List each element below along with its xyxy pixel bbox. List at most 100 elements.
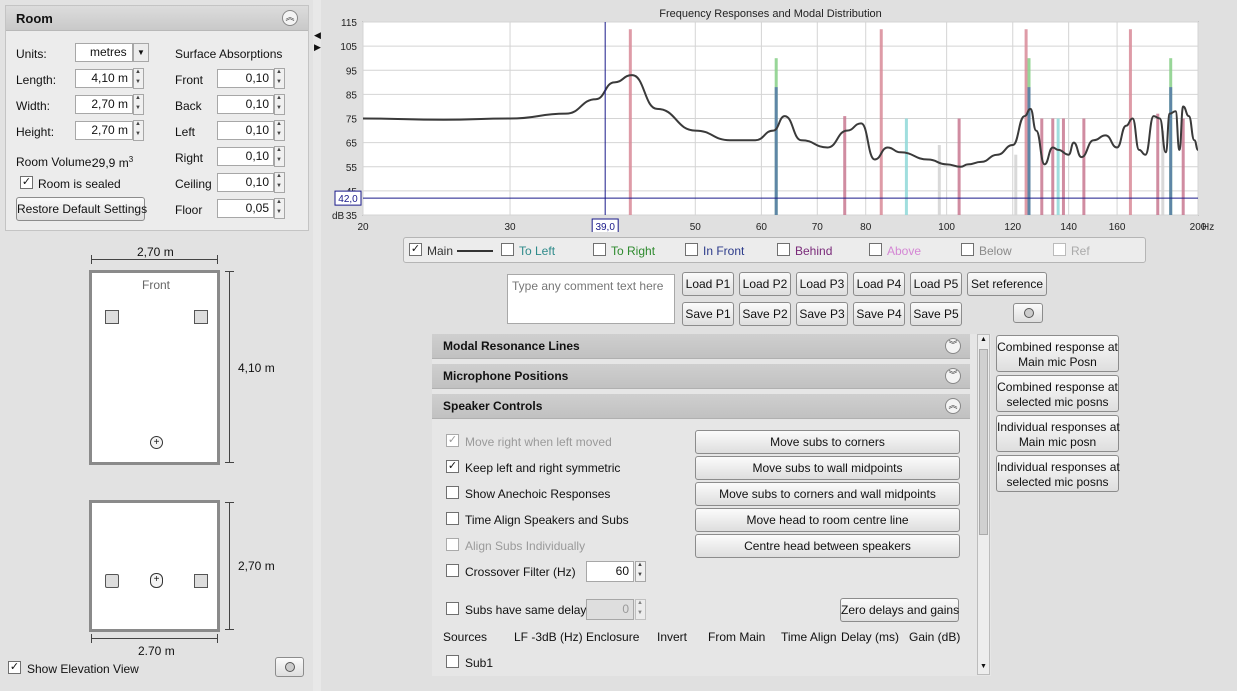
set-reference-button[interactable]: Set reference bbox=[967, 272, 1047, 296]
response-mode-button[interactable]: Individual responses at selected mic posn… bbox=[996, 455, 1120, 492]
speaker-option-checkbox[interactable]: ✓ bbox=[446, 434, 459, 447]
surface-absorption-spinner[interactable] bbox=[274, 198, 285, 219]
subs-delay-field[interactable]: 0 bbox=[586, 599, 634, 620]
room-sealed-checkbox[interactable]: ✓ bbox=[20, 176, 33, 189]
legend-checkbox[interactable] bbox=[777, 243, 790, 256]
subs-delay-spinner[interactable] bbox=[635, 599, 646, 620]
left-speaker-icon[interactable] bbox=[105, 310, 119, 324]
expand-icon[interactable]: ︾ bbox=[945, 338, 961, 354]
sub1-checkbox[interactable] bbox=[446, 655, 459, 668]
mic-positions-section[interactable]: Microphone Positions ︾ bbox=[432, 364, 970, 389]
speaker-action-button[interactable]: Move head to room centre line bbox=[695, 508, 960, 532]
crossover-spinner[interactable] bbox=[635, 561, 646, 582]
collapse-left-icon[interactable]: ◀ bbox=[314, 30, 321, 41]
response-mode-button[interactable]: Individual responses at Main mic posn bbox=[996, 415, 1120, 452]
comment-textarea[interactable]: Type any comment text here bbox=[507, 274, 675, 324]
save-preset-button[interactable]: Save P2 bbox=[739, 302, 791, 326]
units-select[interactable]: metres bbox=[75, 43, 133, 62]
surface-absorption-spinner[interactable] bbox=[274, 146, 285, 167]
room-panel-header[interactable]: Room ︽ bbox=[6, 6, 308, 31]
room-elevation-view[interactable]: + bbox=[89, 500, 220, 632]
save-preset-button[interactable]: Save P5 bbox=[910, 302, 962, 326]
right-speaker-icon[interactable] bbox=[194, 310, 208, 324]
right-speaker-elevation-icon[interactable] bbox=[194, 574, 208, 588]
legend-checkbox[interactable] bbox=[869, 243, 882, 256]
restore-defaults-button[interactable]: Restore Default Settings bbox=[16, 197, 147, 221]
speaker-option-checkbox[interactable] bbox=[446, 564, 459, 577]
surface-absorption-field[interactable]: 0,10 bbox=[217, 173, 274, 192]
show-elevation-checkbox[interactable]: ✓ bbox=[8, 661, 21, 674]
expand-right-icon[interactable]: ▶ bbox=[314, 42, 321, 53]
collapse-icon[interactable]: ︽ bbox=[945, 398, 961, 414]
camera-icon[interactable] bbox=[1013, 303, 1043, 323]
x-tick-label: 70 bbox=[812, 222, 824, 232]
scroll-up-icon[interactable]: ▲ bbox=[980, 336, 987, 343]
legend-bar: ✓ Main To Left To Right In Front Behind Above B… bbox=[403, 237, 1146, 263]
frequency-response-chart[interactable]: 1151059585756555453520305060708010012014… bbox=[321, 0, 1231, 232]
volume-value: 29,9 m3 bbox=[92, 155, 134, 170]
legend-checkbox[interactable] bbox=[501, 243, 514, 256]
width-field[interactable]: 2,70 m bbox=[75, 95, 133, 114]
speaker-controls-section[interactable]: Speaker Controls ︽ bbox=[432, 394, 970, 419]
legend-checkbox[interactable] bbox=[685, 243, 698, 256]
zero-delays-button[interactable]: Zero delays and gains bbox=[840, 598, 959, 622]
legend-checkbox[interactable] bbox=[593, 243, 606, 256]
dim-tick bbox=[225, 271, 234, 272]
listener-head-elevation-icon[interactable]: + bbox=[150, 573, 163, 588]
height-field[interactable]: 2,70 m bbox=[75, 121, 133, 140]
chevron-down-icon[interactable]: ▼ bbox=[133, 43, 149, 62]
panel-splitter[interactable]: ◀ ▶ bbox=[313, 0, 321, 691]
scrollbar-thumb[interactable] bbox=[979, 349, 988, 535]
subs-same-delay-checkbox[interactable] bbox=[446, 602, 459, 615]
room-plan-view[interactable]: Front + bbox=[89, 270, 220, 465]
save-preset-button[interactable]: Save P4 bbox=[853, 302, 905, 326]
modal-resonance-section[interactable]: Modal Resonance Lines ︾ bbox=[432, 334, 970, 359]
response-mode-button[interactable]: Combined response at Main mic Posn bbox=[996, 335, 1119, 372]
length-field[interactable]: 4,10 m bbox=[75, 69, 133, 88]
surface-absorption-field[interactable]: 0,10 bbox=[217, 69, 274, 88]
load-preset-button[interactable]: Load P1 bbox=[682, 272, 734, 296]
crossover-field[interactable]: 60 bbox=[586, 561, 634, 582]
listener-head-icon[interactable]: + bbox=[150, 436, 163, 449]
controls-scrollbar[interactable]: ▲ ▼ bbox=[977, 334, 990, 675]
surface-absorption-field[interactable]: 0,05 bbox=[217, 199, 274, 218]
speaker-action-button[interactable]: Move subs to corners bbox=[695, 430, 960, 454]
legend-checkbox[interactable] bbox=[961, 243, 974, 256]
speaker-option-checkbox[interactable] bbox=[446, 538, 459, 551]
legend-checkbox[interactable]: ✓ bbox=[409, 243, 422, 256]
surface-absorption-spinner[interactable] bbox=[274, 68, 285, 89]
left-speaker-elevation-icon[interactable] bbox=[105, 574, 119, 588]
save-preset-button[interactable]: Save P1 bbox=[682, 302, 734, 326]
width-spinner[interactable] bbox=[133, 94, 144, 115]
plan-width-label: 2,70 m bbox=[137, 245, 174, 259]
expand-icon[interactable]: ︾ bbox=[945, 368, 961, 384]
speaker-action-button[interactable]: Centre head between speakers bbox=[695, 534, 960, 558]
subs-same-delay-label: Subs have same delay bbox=[465, 603, 587, 617]
response-mode-line1: Individual responses at bbox=[997, 420, 1120, 434]
scroll-down-icon[interactable]: ▼ bbox=[980, 663, 987, 670]
speaker-action-button[interactable]: Move subs to wall midpoints bbox=[695, 456, 960, 480]
surface-absorption-field[interactable]: 0,10 bbox=[217, 121, 274, 140]
speaker-action-button[interactable]: Move subs to corners and wall midpoints bbox=[695, 482, 960, 506]
speaker-option-checkbox[interactable]: ✓ bbox=[446, 460, 459, 473]
response-mode-button[interactable]: Combined response at selected mic posns bbox=[996, 375, 1119, 412]
load-preset-button[interactable]: Load P5 bbox=[910, 272, 962, 296]
surface-absorption-spinner[interactable] bbox=[274, 94, 285, 115]
surface-absorption-field[interactable]: 0,10 bbox=[217, 147, 274, 166]
camera-icon[interactable] bbox=[275, 657, 304, 677]
y-tick-label: 65 bbox=[346, 139, 358, 150]
surface-absorption-spinner[interactable] bbox=[274, 120, 285, 141]
speaker-option-checkbox[interactable] bbox=[446, 486, 459, 499]
load-preset-button[interactable]: Load P4 bbox=[853, 272, 905, 296]
legend-checkbox[interactable] bbox=[1053, 243, 1066, 256]
speaker-option-label: Align Subs Individually bbox=[465, 539, 586, 553]
length-spinner[interactable] bbox=[133, 68, 144, 89]
height-spinner[interactable] bbox=[133, 120, 144, 141]
load-preset-button[interactable]: Load P3 bbox=[796, 272, 848, 296]
speaker-option-checkbox[interactable] bbox=[446, 512, 459, 525]
save-preset-button[interactable]: Save P3 bbox=[796, 302, 848, 326]
load-preset-button[interactable]: Load P2 bbox=[739, 272, 791, 296]
collapse-icon[interactable]: ︽ bbox=[282, 10, 298, 26]
surface-absorption-spinner[interactable] bbox=[274, 172, 285, 193]
surface-absorption-field[interactable]: 0,10 bbox=[217, 95, 274, 114]
